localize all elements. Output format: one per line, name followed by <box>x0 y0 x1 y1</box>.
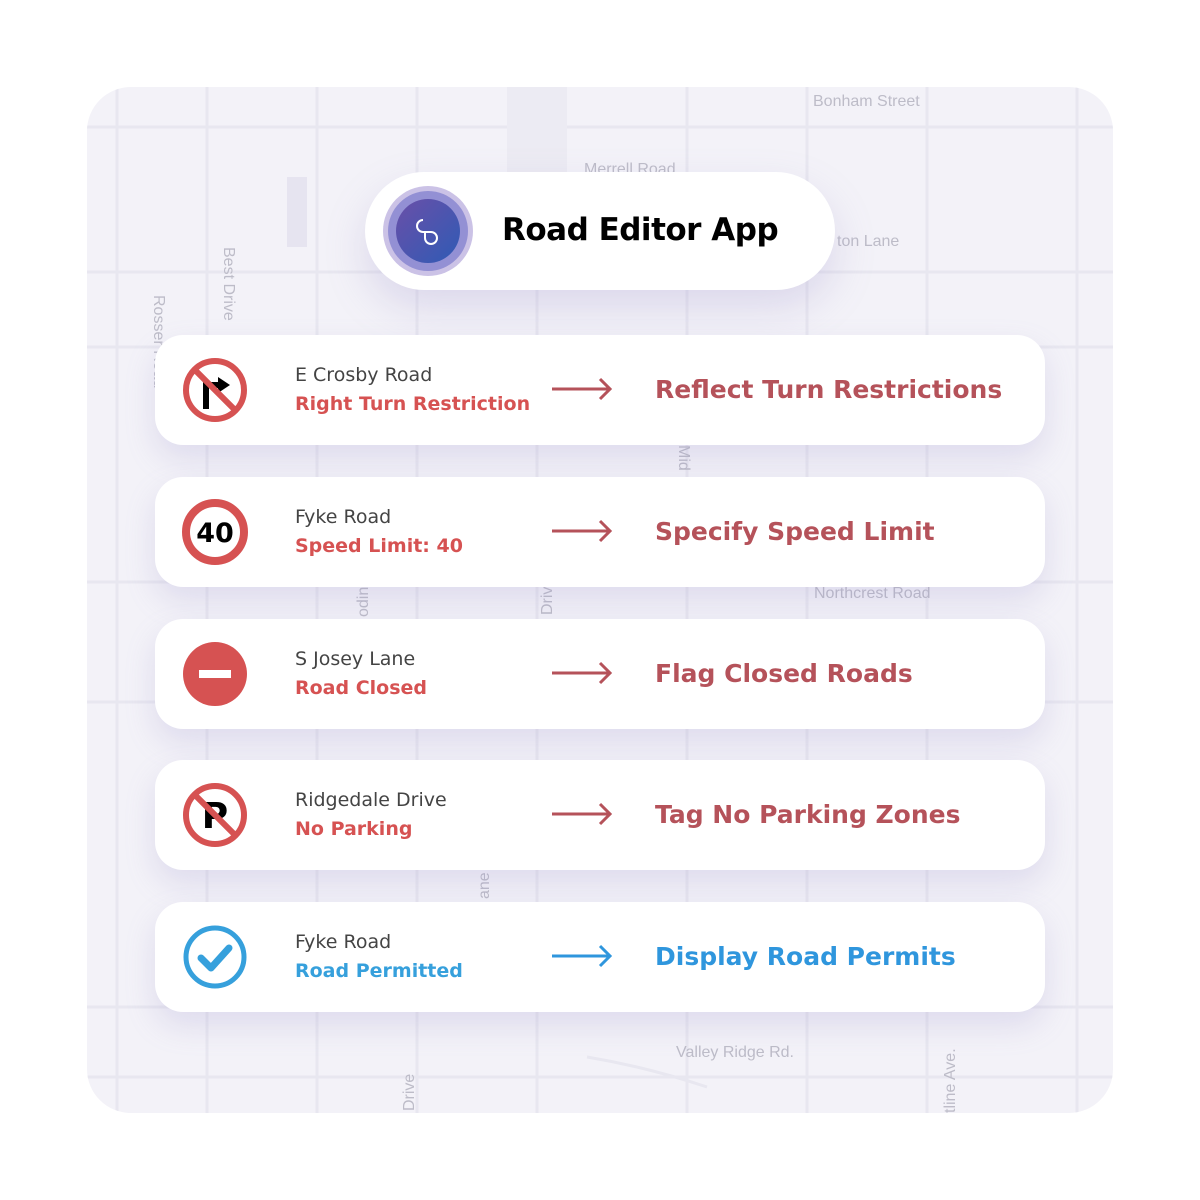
no-entry-icon <box>183 642 247 706</box>
map-label-mid: Mid <box>675 445 692 471</box>
road-name: E Crosby Road <box>295 364 433 386</box>
map-label-drive: Drive <box>401 1073 418 1111</box>
road-status: Speed Limit: 40 <box>295 535 463 557</box>
speed-limit-icon: 40 <box>182 499 248 565</box>
road-status: No Parking <box>295 818 413 840</box>
rule-card-no-parking[interactable]: P Ridgedale Drive No Parking Tag No Park… <box>155 760 1045 870</box>
arrow-right-icon <box>552 377 613 401</box>
app-title: Road Editor App <box>502 212 779 248</box>
arrow-right-icon <box>552 802 613 826</box>
map-label-odin: odin <box>355 586 372 617</box>
rule-card-speed-limit[interactable]: 40 Fyke Road Speed Limit: 40 Specify Spe… <box>155 477 1045 587</box>
speed-sign-text: 40 <box>196 518 234 549</box>
app-logo <box>383 186 473 276</box>
rule-card-road-permitted[interactable]: Fyke Road Road Permitted Display Road Pe… <box>155 902 1045 1012</box>
check-circle-icon <box>183 925 247 989</box>
app-header: Road Editor App <box>365 172 835 290</box>
map-label-driv: Driv <box>539 586 556 615</box>
road-status: Right Turn Restriction <box>295 393 531 415</box>
road-name: Ridgedale Drive <box>295 789 447 811</box>
map-label-northcrest: Northcrest Road <box>814 585 931 602</box>
no-parking-icon: P <box>183 783 247 847</box>
map-label-valley: Valley Ridge Rd. <box>676 1044 794 1061</box>
no-right-turn-icon <box>183 358 247 422</box>
map-label-lane: ane <box>476 872 493 899</box>
rule-action: Specify Speed Limit <box>655 517 935 546</box>
rule-action: Display Road Permits <box>655 942 956 971</box>
rule-card-turn-restriction[interactable]: E Crosby Road Right Turn Restriction Ref… <box>155 335 1045 445</box>
road-name: S Josey Lane <box>295 648 416 670</box>
arrow-right-icon <box>552 944 613 968</box>
map-label-line-ave: tline Ave. <box>942 1048 959 1113</box>
road-name: Fyke Road <box>295 506 392 528</box>
road-name: Fyke Road <box>295 931 392 953</box>
rule-card-road-closed[interactable]: S Josey Lane Road Closed Flag Closed Roa… <box>155 619 1045 729</box>
rule-action: Tag No Parking Zones <box>655 800 961 829</box>
arrow-right-icon <box>552 661 613 685</box>
road-status: Road Closed <box>295 677 428 699</box>
road-status: Road Permitted <box>295 960 463 982</box>
infinity-link-icon <box>416 219 438 246</box>
arrow-right-icon <box>552 519 613 543</box>
map-label-bonham: Bonham Street <box>813 93 920 110</box>
rule-action: Flag Closed Roads <box>655 659 913 688</box>
rule-action: Reflect Turn Restrictions <box>655 375 1003 404</box>
map-label-ton-lane: ton Lane <box>837 233 900 250</box>
map-label-best-drive: Best Drive <box>220 247 237 321</box>
